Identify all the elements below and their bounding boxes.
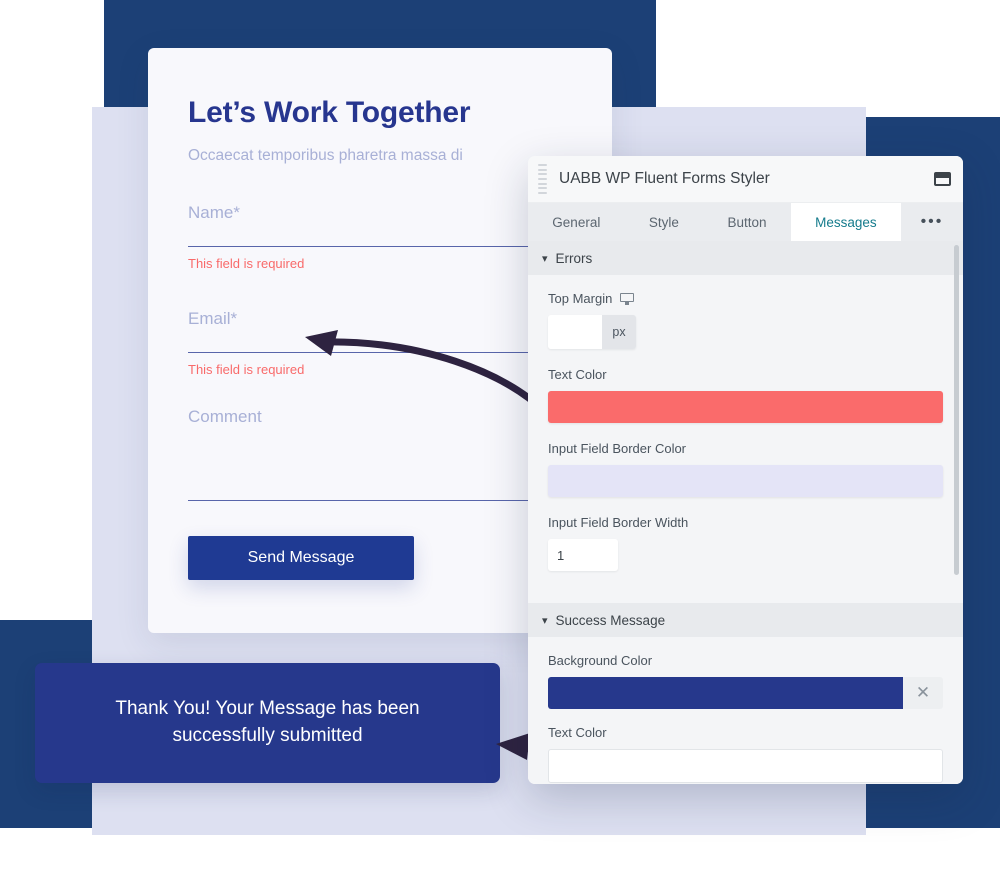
screenshot-stage: Let’s Work Together Occaecat temporibus … <box>0 0 1000 881</box>
drag-grip-icon[interactable] <box>538 164 547 194</box>
success-background-color-swatch[interactable] <box>548 677 903 709</box>
form-field-comment: Comment <box>188 406 588 501</box>
top-margin-unit-label[interactable]: px <box>602 315 636 349</box>
name-field-label: Name* <box>188 202 240 222</box>
section-title-success-message: Success Message <box>555 612 666 628</box>
styler-panel: UABB WP Fluent Forms Styler General Styl… <box>528 156 963 784</box>
tab-button[interactable]: Button <box>703 203 791 241</box>
success-message-toast: Thank You! Your Message has been success… <box>35 663 500 783</box>
section-header-errors[interactable]: ▾ Errors <box>528 241 963 275</box>
errors-border-width-input[interactable] <box>548 539 618 571</box>
form-subtitle: Occaecat temporibus pharetra massa di <box>188 146 463 164</box>
chevron-down-icon: ▾ <box>542 252 548 265</box>
email-field-error: This field is required <box>188 361 305 377</box>
name-field-error: This field is required <box>188 255 305 271</box>
email-field-label: Email* <box>188 308 238 328</box>
tab-more-options[interactable]: ••• <box>901 203 963 241</box>
comment-field-label: Comment <box>188 406 262 426</box>
section-header-success-message[interactable]: ▾ Success Message <box>528 603 963 637</box>
top-margin-input[interactable] <box>548 315 602 349</box>
restore-window-icon[interactable] <box>934 172 951 186</box>
success-background-color-row: ✕ <box>548 677 943 709</box>
control-label-text-color: Text Color <box>548 367 607 382</box>
tab-messages[interactable]: Messages <box>790 203 901 241</box>
section-body-success-message: Background Color ✕ Text Color <box>528 637 963 784</box>
panel-tabs: General Style Button Messages ••• <box>528 203 963 241</box>
control-label-border-color: Input Field Border Color <box>548 441 687 456</box>
success-text-color-input[interactable] <box>548 749 943 783</box>
success-message-text: Thank You! Your Message has been success… <box>115 698 420 746</box>
control-label-success-text-color: Text Color <box>548 725 607 740</box>
panel-header: UABB WP Fluent Forms Styler <box>528 156 963 203</box>
errors-border-color-swatch[interactable] <box>548 465 943 497</box>
chevron-down-icon: ▾ <box>542 614 548 627</box>
panel-scrollbar-thumb[interactable] <box>954 245 959 575</box>
control-label-background-color: Background Color <box>548 653 653 668</box>
form-field-email: Email* This field is required <box>188 308 588 377</box>
top-margin-label-text: Top Margin <box>548 291 613 306</box>
control-label-top-margin: Top Margin <box>548 291 943 306</box>
tab-style[interactable]: Style <box>625 203 704 241</box>
page-title: Let’s Work Together <box>188 96 471 129</box>
send-message-button[interactable]: Send Message <box>188 536 414 580</box>
tab-general[interactable]: General <box>528 203 625 241</box>
panel-title: UABB WP Fluent Forms Styler <box>559 170 770 187</box>
control-label-border-width: Input Field Border Width <box>548 515 689 530</box>
panel-body: ▾ Errors Top Margin px Text Color Input … <box>528 241 963 784</box>
desktop-monitor-icon[interactable] <box>620 292 635 305</box>
section-body-errors: Top Margin px Text Color Input Field Bor… <box>528 275 963 589</box>
top-margin-input-group: px <box>548 315 636 349</box>
errors-text-color-swatch[interactable] <box>548 391 943 423</box>
form-field-name: Name* This field is required <box>188 202 588 271</box>
close-icon[interactable]: ✕ <box>903 677 943 709</box>
section-title-errors: Errors <box>555 250 593 266</box>
